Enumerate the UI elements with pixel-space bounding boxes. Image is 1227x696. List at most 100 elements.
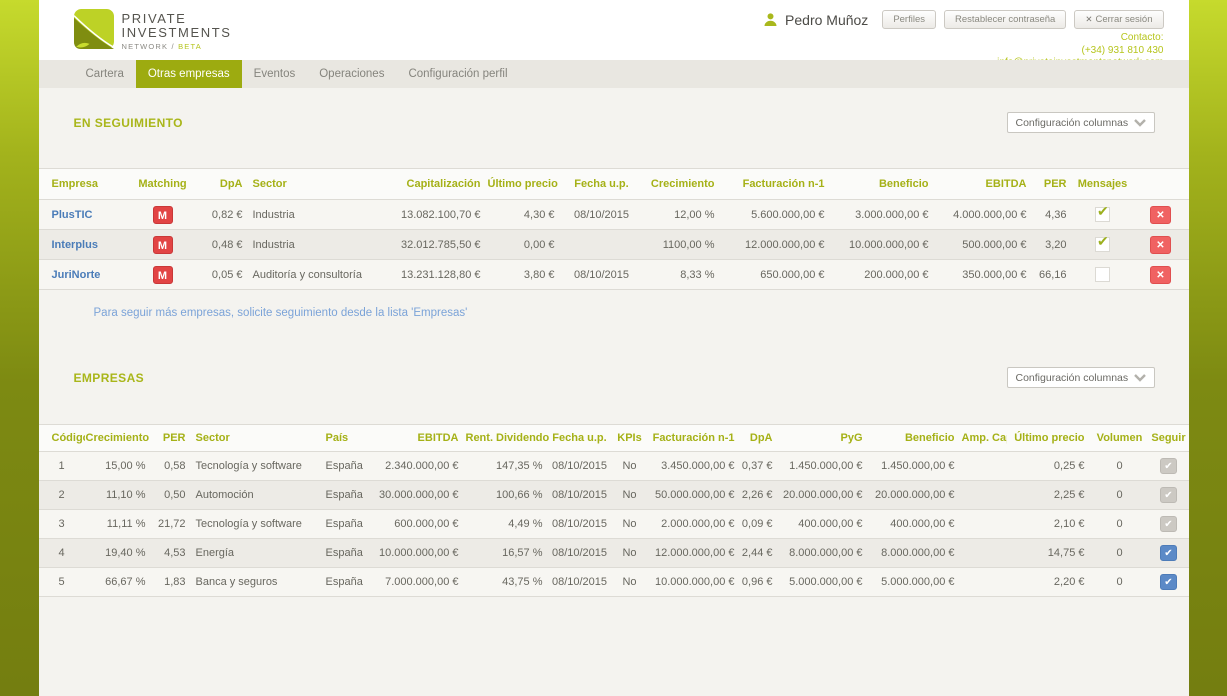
cell-codigo: 5 — [39, 568, 85, 597]
cell-ebitda: 2.340.000,00 € — [370, 452, 465, 481]
cell-per: 3,20 — [1033, 230, 1073, 260]
column-header: Facturación n-1 — [649, 425, 741, 452]
column-header: DpA — [197, 169, 249, 200]
logout-button[interactable]: ✕Cerrar sesión — [1074, 10, 1163, 29]
seguimiento-column-config[interactable]: Configuración columnas — [1007, 112, 1155, 133]
cell-amp_cap — [961, 539, 1007, 568]
tab-configuraci-n-perfil[interactable]: Configuración perfil — [396, 60, 519, 88]
cell-sector: Energía — [192, 539, 322, 568]
cell-pyg: 400.000,00 € — [779, 510, 869, 539]
cell-fecha: 08/10/2015 — [549, 481, 611, 510]
tab-cartera[interactable]: Cartera — [74, 60, 136, 88]
perfiles-button[interactable]: Perfiles — [882, 10, 936, 29]
cell-ultimo_precio: 0,25 € — [1007, 452, 1091, 481]
cell-volumen: 0 — [1091, 452, 1149, 481]
chevron-down-icon — [1133, 119, 1147, 127]
cell-actions: ✕ — [1133, 230, 1189, 260]
empresa-row: 115,00 %0,58Tecnología y softwareEspaña2… — [39, 452, 1189, 481]
cell-sector: Banca y seguros — [192, 568, 322, 597]
cell-per: 4,53 — [152, 539, 192, 568]
column-header: PER — [1033, 169, 1073, 200]
cell-dpa: 0,05 € — [197, 260, 249, 290]
brand-subtitle-beta: BETA — [178, 42, 202, 51]
tab-eventos[interactable]: Eventos — [242, 60, 308, 88]
follow-checkbox[interactable]: ✔ — [1160, 458, 1177, 474]
cell-rent_dividendo: 147,35 % — [465, 452, 549, 481]
column-header — [1133, 169, 1189, 200]
company-link[interactable]: PlusTIC — [52, 209, 93, 221]
cell-codigo: 3 — [39, 510, 85, 539]
follow-checkbox[interactable]: ✔ — [1160, 545, 1177, 561]
cell-capitalizacion: 13.082.100,70 € — [399, 200, 487, 230]
user-name: Pedro Muñoz — [785, 12, 868, 28]
cell-amp_cap — [961, 481, 1007, 510]
column-header: País — [322, 425, 370, 452]
tab-otras-empresas[interactable]: Otras empresas — [136, 60, 242, 88]
cell-beneficio: 8.000.000,00 € — [869, 539, 961, 568]
cell-ultimo_precio: 14,75 € — [1007, 539, 1091, 568]
cell-rent_dividendo: 16,57 % — [465, 539, 549, 568]
seguimiento-table: EmpresaMatchingDpASectorCapitalizaciónÚl… — [39, 168, 1189, 290]
cell-codigo: 1 — [39, 452, 85, 481]
empresa-row: 566,67 %1,83Banca y segurosEspaña7.000.0… — [39, 568, 1189, 597]
logo-icon — [74, 9, 114, 49]
column-header: EBITDA — [370, 425, 465, 452]
column-header: Sector — [249, 169, 399, 200]
cell-dpa: 0,96 € — [741, 568, 779, 597]
chevron-down-icon — [1133, 374, 1147, 382]
messages-checkbox[interactable]: ✔ — [1095, 207, 1110, 222]
cell-dpa: 0,82 € — [197, 200, 249, 230]
cell-fecha: 08/10/2015 — [549, 452, 611, 481]
cell-mensajes: ✔ — [1073, 230, 1133, 260]
follow-checkbox[interactable]: ✔ — [1160, 516, 1177, 532]
company-link[interactable]: Interplus — [52, 239, 98, 251]
cell-matching: M — [129, 260, 197, 290]
tab-operaciones[interactable]: Operaciones — [307, 60, 396, 88]
cell-dpa: 0,37 € — [741, 452, 779, 481]
reset-password-button[interactable]: Restablecer contraseña — [944, 10, 1066, 29]
column-header: Capitalización — [399, 169, 487, 200]
company-link[interactable]: JuriNorte — [52, 269, 101, 281]
cell-sector: Tecnología y software — [192, 510, 322, 539]
empresas-title: EMPRESAS — [74, 371, 145, 385]
column-header: Fecha u.p. — [549, 425, 611, 452]
cell-empresa: Interplus — [39, 230, 129, 260]
follow-checkbox[interactable]: ✔ — [1160, 487, 1177, 503]
column-header: DpA — [741, 425, 779, 452]
cell-seguir: ✔ — [1149, 452, 1189, 481]
cell-volumen: 0 — [1091, 539, 1149, 568]
cell-per: 0,58 — [152, 452, 192, 481]
column-header: EBITDA — [935, 169, 1033, 200]
brand-name: PRIVATE INVESTMENTS NETWORK / BETA — [122, 9, 232, 60]
cell-ultimo_precio: 2,20 € — [1007, 568, 1091, 597]
cell-mensajes — [1073, 260, 1133, 290]
cell-ebitda: 500.000,00 € — [935, 230, 1033, 260]
column-header: Sector — [192, 425, 322, 452]
cell-facturacion: 10.000.000,00 € — [649, 568, 741, 597]
brand-line-1: PRIVATE — [122, 12, 232, 26]
messages-checkbox[interactable]: ✔ — [1095, 237, 1110, 252]
cell-seguir: ✔ — [1149, 539, 1189, 568]
cell-beneficio: 10.000.000,00 € — [831, 230, 935, 260]
remove-button[interactable]: ✕ — [1150, 236, 1171, 254]
messages-checkbox[interactable] — [1095, 267, 1110, 282]
follow-checkbox[interactable]: ✔ — [1160, 574, 1177, 590]
cell-kpis: No — [611, 481, 649, 510]
brand-line-2: INVESTMENTS — [122, 26, 232, 40]
cell-seguir: ✔ — [1149, 568, 1189, 597]
cell-ultimo_precio: 2,10 € — [1007, 510, 1091, 539]
check-icon: ✔ — [1097, 203, 1109, 220]
cell-ebitda: 4.000.000,00 € — [935, 200, 1033, 230]
cell-per: 1,83 — [152, 568, 192, 597]
empresas-column-config[interactable]: Configuración columnas — [1007, 367, 1155, 388]
column-header: Matching — [129, 169, 197, 200]
cell-sector: Industria — [249, 200, 399, 230]
cell-ebitda: 350.000,00 € — [935, 260, 1033, 290]
cell-amp_cap — [961, 568, 1007, 597]
nav-tabs: CarteraOtras empresasEventosOperacionesC… — [39, 60, 1189, 88]
column-header: Mensajes — [1073, 169, 1133, 200]
follow-note: Para seguir más empresas, solicite segui… — [94, 307, 1189, 319]
remove-button[interactable]: ✕ — [1150, 206, 1171, 224]
remove-button[interactable]: ✕ — [1150, 266, 1171, 284]
cell-ebitda: 10.000.000,00 € — [370, 539, 465, 568]
